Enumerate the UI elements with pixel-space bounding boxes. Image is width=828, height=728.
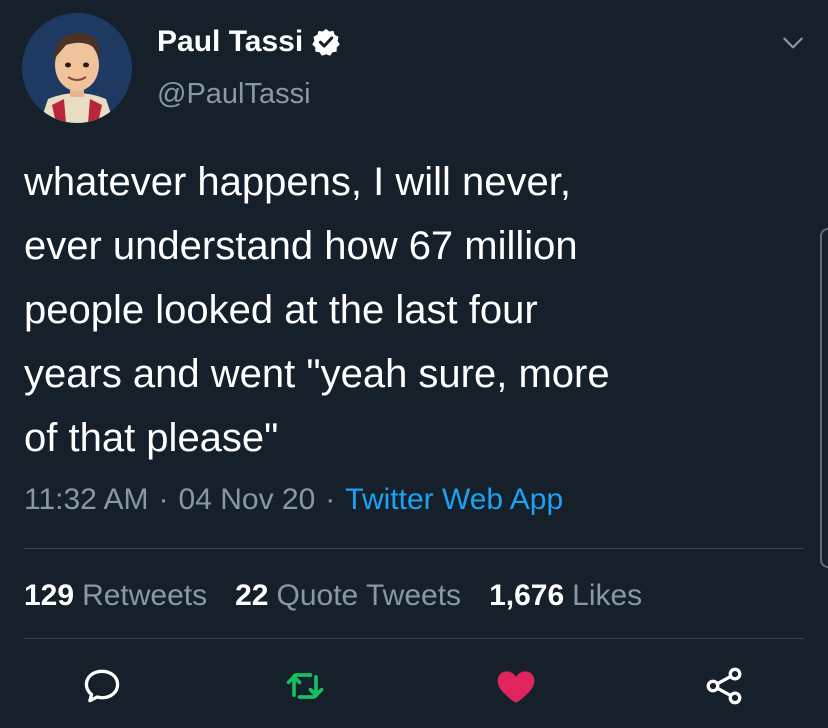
tweet-stats: 129 Retweets 22 Quote Tweets 1,676 Likes [24, 574, 670, 618]
author-handle[interactable]: @PaulTassi [157, 76, 311, 112]
divider [24, 638, 804, 639]
author-name-text[interactable]: Paul Tassi [157, 24, 303, 60]
tweet-text: whatever happens, I will never, ever und… [24, 160, 610, 460]
avatar-illustration-icon [22, 13, 132, 123]
retweet-icon[interactable] [283, 664, 327, 708]
retweets-label: Retweets [82, 579, 208, 612]
tweet-time[interactable]: 11:32 AM [24, 483, 149, 516]
chevron-down-icon[interactable] [780, 30, 806, 56]
tweet-detail: Paul Tassi @PaulTassi whatever happens, … [0, 0, 828, 728]
tweet-meta: 11:32 AM · 04 Nov 20 · Twitter Web App [24, 478, 563, 522]
author-name[interactable]: Paul Tassi [157, 24, 341, 60]
verified-badge-icon [312, 28, 340, 56]
quote-tweets-label: Quote Tweets [276, 579, 462, 612]
quote-tweets-count: 22 [235, 579, 269, 612]
divider [24, 548, 804, 549]
share-icon[interactable] [702, 664, 746, 708]
likes-stat[interactable]: 1,676 Likes [489, 574, 642, 618]
meta-separator: · [158, 483, 169, 516]
heart-icon[interactable] [494, 664, 538, 708]
avatar[interactable] [22, 13, 132, 123]
retweets-stat[interactable]: 129 Retweets [24, 574, 207, 618]
reply-icon[interactable] [80, 664, 124, 708]
retweets-count: 129 [24, 579, 75, 612]
meta-separator: · [325, 483, 336, 516]
tweet-source-link[interactable]: Twitter Web App [345, 483, 563, 516]
quote-tweets-stat[interactable]: 22 Quote Tweets [235, 574, 461, 618]
likes-label: Likes [572, 579, 643, 612]
tweet-date[interactable]: 04 Nov 20 [179, 483, 316, 516]
likes-count: 1,676 [489, 579, 565, 612]
scrollbar[interactable] [820, 228, 828, 568]
